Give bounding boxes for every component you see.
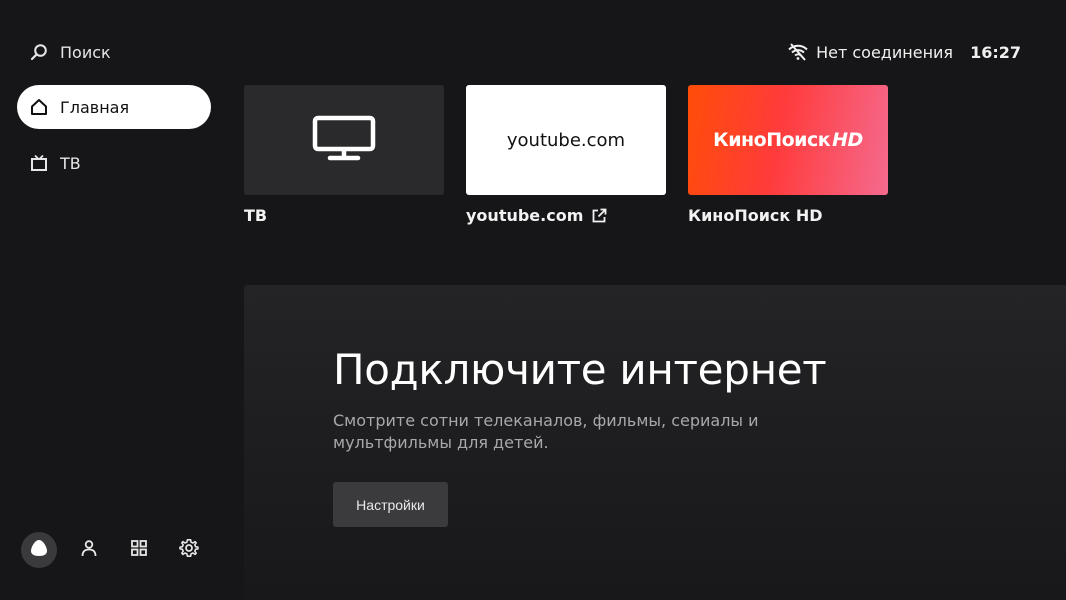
sidebar-item-label: ТВ — [60, 153, 81, 173]
tile-kinopoisk[interactable]: КиноПоиск HD — [688, 85, 888, 195]
alice-icon — [30, 539, 48, 561]
settings-button[interactable] — [171, 532, 207, 568]
search-label: Поиск — [60, 42, 111, 62]
clock: 16:27 — [970, 42, 1021, 62]
youtube-tile-text: youtube.com — [506, 129, 626, 151]
home-icon — [29, 97, 49, 117]
tv-icon — [29, 153, 49, 173]
tile-caption-youtube: youtube.com — [466, 206, 607, 225]
tile-tv[interactable] — [244, 85, 444, 195]
sidebar: Поиск Главная ТВ — [0, 0, 230, 600]
sidebar-item-home[interactable]: Главная — [17, 85, 211, 129]
kinopoisk-logo: КиноПоиск HD — [713, 129, 863, 151]
external-link-icon — [591, 208, 607, 224]
connection-status: Нет соединения — [816, 42, 954, 62]
alice-button[interactable] — [21, 532, 57, 568]
banner-description: Смотрите сотни телеканалов, фильмы, сери… — [333, 411, 759, 452]
sidebar-item-tv[interactable]: ТВ — [17, 141, 211, 185]
tile-caption-kinopoisk: КиноПоиск HD — [688, 206, 823, 225]
bottom-toolbar — [21, 532, 221, 568]
apps-icon — [130, 539, 148, 561]
monitor-icon — [312, 115, 376, 165]
tile-caption-label: youtube.com — [466, 206, 584, 225]
profile-button[interactable] — [71, 532, 107, 568]
banner-title: Подключите интернет — [333, 345, 827, 394]
search-button[interactable]: Поиск — [17, 30, 211, 74]
connect-internet-banner: Подключите интернет Смотрите сотни телек… — [244, 285, 1066, 600]
sidebar-item-label: Главная — [60, 97, 130, 117]
tile-youtube[interactable]: youtube.com — [466, 85, 666, 195]
settings-link-button[interactable]: Настройки — [333, 482, 448, 527]
tile-caption-tv: ТВ — [244, 206, 268, 225]
search-icon — [29, 42, 49, 62]
settings-icon — [179, 538, 199, 562]
apps-button[interactable] — [121, 532, 157, 568]
wifi-off-icon — [788, 42, 808, 62]
profile-icon — [80, 539, 98, 561]
status-bar: Нет соединения 16:27 — [788, 40, 1021, 64]
